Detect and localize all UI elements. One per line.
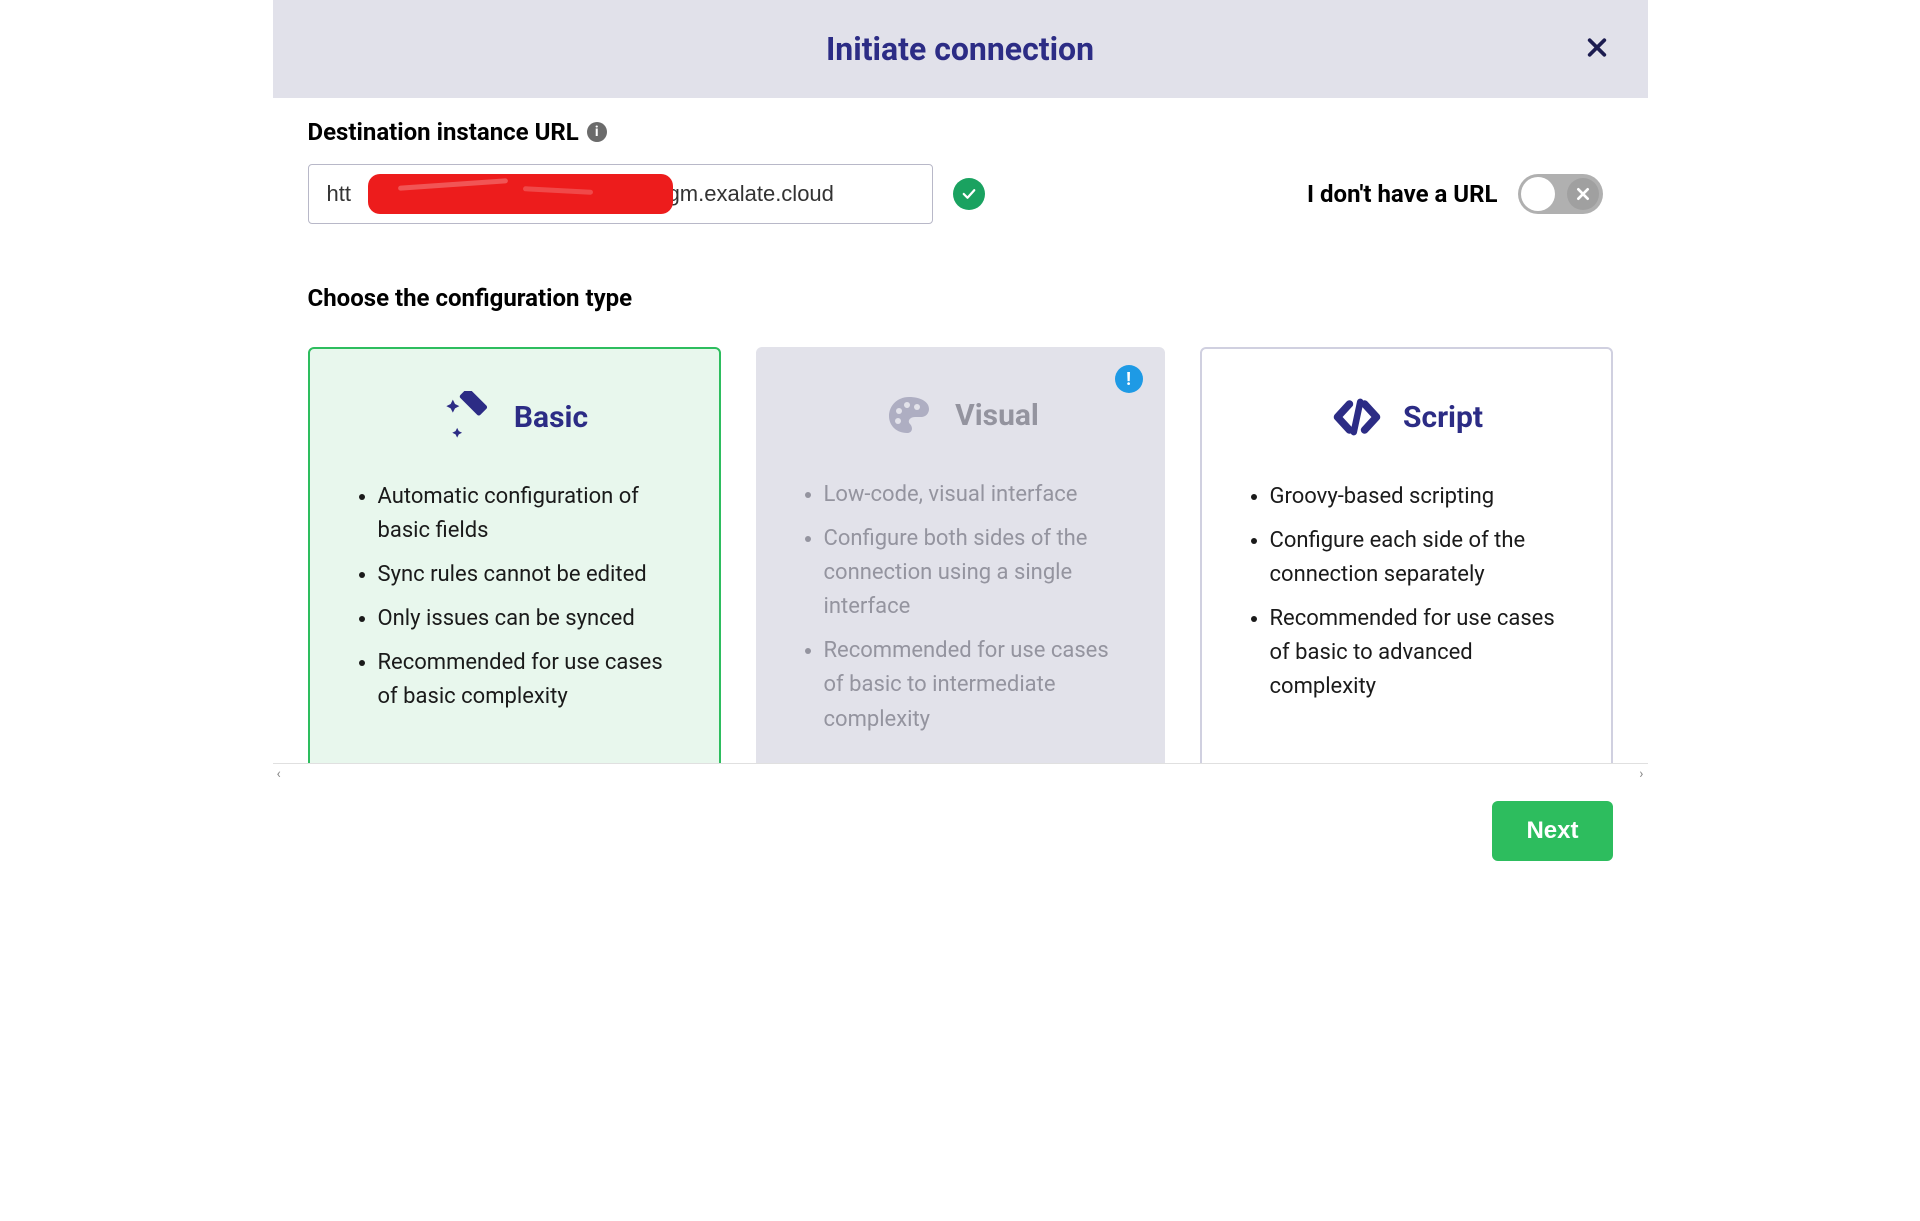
config-card-script[interactable]: Script Groovy-based scripting Configure …	[1200, 347, 1613, 763]
card-bullets: Low-code, visual interface Configure bot…	[796, 478, 1125, 737]
no-url-label: I don't have a URL	[1307, 180, 1497, 208]
card-bullets: Automatic configuration of basic fields …	[350, 480, 679, 715]
palette-icon	[881, 387, 937, 443]
config-cards: Basic Automatic configuration of basic f…	[308, 347, 1613, 763]
card-title: Basic	[514, 400, 588, 435]
url-row: I don't have a URL	[308, 164, 1613, 224]
wand-icon	[440, 389, 496, 445]
code-icon	[1329, 389, 1385, 445]
scroll-right-icon[interactable]: ›	[1639, 766, 1643, 782]
card-bullet: Only issues can be synced	[378, 602, 679, 636]
toggle-knob	[1521, 177, 1555, 211]
card-bullet: Groovy-based scripting	[1270, 480, 1571, 514]
card-bullet: Automatic configuration of basic fields	[378, 480, 679, 548]
card-bullet: Configure both sides of the connection u…	[824, 522, 1125, 624]
info-icon[interactable]: i	[587, 122, 607, 142]
card-bullet: Recommended for use cases of basic to in…	[824, 634, 1125, 736]
modal-header: Initiate connection	[273, 0, 1648, 98]
no-url-toggle[interactable]	[1518, 174, 1603, 214]
check-circle-icon	[953, 178, 985, 210]
scroll-left-icon[interactable]: ‹	[277, 766, 281, 782]
modal-title: Initiate connection	[826, 30, 1094, 68]
horizontal-scrollbar[interactable]: ‹ ›	[273, 763, 1648, 783]
modal-footer: Next	[273, 783, 1648, 891]
card-bullet: Low-code, visual interface	[824, 478, 1125, 512]
modal-body: Destination instance URL i I don't have …	[273, 98, 1648, 763]
config-card-visual: ! Visual Low-code, visual inte	[756, 347, 1165, 763]
destination-url-input[interactable]	[308, 164, 933, 224]
alert-icon[interactable]: !	[1115, 365, 1143, 393]
card-header: Basic	[350, 389, 679, 445]
card-header: Visual	[796, 387, 1125, 443]
card-bullet: Recommended for use cases of basic to ad…	[1270, 602, 1571, 704]
toggle-off-icon	[1567, 178, 1599, 210]
card-title: Script	[1403, 400, 1483, 435]
destination-url-label: Destination instance URL i	[308, 118, 1613, 146]
card-header: Script	[1242, 389, 1571, 445]
config-card-basic[interactable]: Basic Automatic configuration of basic f…	[308, 347, 721, 763]
card-bullet: Sync rules cannot be edited	[378, 558, 679, 592]
card-bullets: Groovy-based scripting Configure each si…	[1242, 480, 1571, 705]
destination-url-label-text: Destination instance URL	[308, 118, 579, 146]
card-bullet: Recommended for use cases of basic compl…	[378, 646, 679, 714]
card-title: Visual	[955, 398, 1039, 433]
close-icon[interactable]	[1586, 33, 1608, 66]
next-button[interactable]: Next	[1492, 801, 1612, 861]
card-bullet: Configure each side of the connection se…	[1270, 524, 1571, 592]
initiate-connection-modal: Initiate connection Destination instance…	[273, 0, 1648, 891]
url-input-wrap	[308, 164, 933, 224]
config-type-title: Choose the configuration type	[308, 284, 1613, 312]
